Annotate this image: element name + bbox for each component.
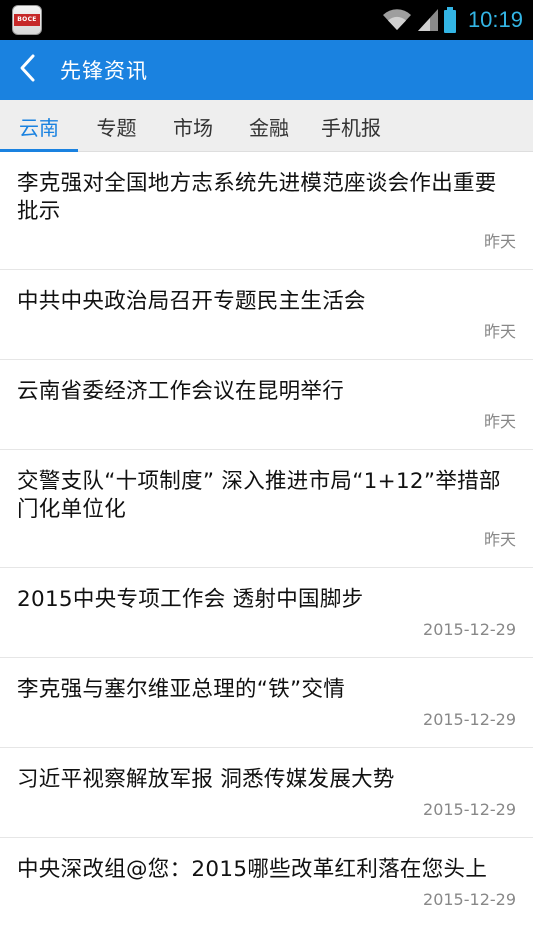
tab-topics[interactable]: 专题	[78, 100, 155, 152]
back-button[interactable]	[18, 50, 48, 90]
news-list-item[interactable]: 李克强与塞尔维亚总理的“铁”交情 2015-12-29	[0, 658, 533, 748]
screen: BOCE 10:19 先锋资讯 云南 专题 市场 金融 手机报 李克强对全国地方…	[0, 0, 533, 941]
news-date: 2015-12-29	[423, 620, 516, 639]
news-title: 云南省委经济工作会议在昆明举行	[17, 379, 345, 404]
tab-label: 手机报	[321, 115, 381, 140]
news-date: 昨天	[483, 322, 516, 341]
news-date: 昨天	[483, 530, 516, 549]
tab-label: 云南	[19, 115, 59, 140]
news-title: 李克强与塞尔维亚总理的“铁”交情	[17, 677, 346, 702]
tab-label: 金融	[249, 115, 289, 140]
news-list: 李克强对全国地方志系统先进模范座谈会作出重要批示 昨天 中共中央政治局召开专题民…	[0, 152, 533, 941]
tab-yunnan[interactable]: 云南	[0, 100, 78, 152]
news-list-item[interactable]: 交警支队“十项制度” 深入推进市局“1+12”举措部门化单位化 昨天	[0, 450, 533, 568]
status-indicators: 10:19	[382, 7, 523, 33]
app-icon-label: BOCE	[14, 14, 40, 26]
news-title: 习近平视察解放军报 洞悉传媒发展大势	[17, 767, 395, 792]
wifi-icon	[382, 9, 412, 31]
news-title: 交警支队“十项制度” 深入推进市局“1+12”举措部门化单位化	[17, 469, 501, 522]
app-header: 先锋资讯	[0, 40, 533, 100]
chevron-left-icon	[18, 53, 36, 87]
status-bar: BOCE 10:19	[0, 0, 533, 40]
news-list-item[interactable]: 中共中央政治局召开专题民主生活会 昨天	[0, 270, 533, 360]
page-title: 先锋资讯	[60, 59, 148, 83]
news-date: 2015-12-29	[423, 890, 516, 909]
tab-label: 市场	[173, 115, 213, 140]
news-list-item[interactable]: 李克强对全国地方志系统先进模范座谈会作出重要批示 昨天	[0, 152, 533, 270]
tab-label: 专题	[96, 115, 137, 140]
tab-market[interactable]: 市场	[155, 100, 231, 152]
news-date: 2015-12-29	[423, 710, 516, 729]
news-list-item[interactable]: 中央深改组@您：2015哪些改革红利落在您头上 2015-12-29	[0, 838, 533, 941]
tab-mobile-news[interactable]: 手机报	[307, 100, 395, 152]
news-title: 李克强对全国地方志系统先进模范座谈会作出重要批示	[17, 171, 497, 224]
news-list-item[interactable]: 习近平视察解放军报 洞悉传媒发展大势 2015-12-29	[0, 748, 533, 838]
tab-finance[interactable]: 金融	[231, 100, 307, 152]
news-title: 中央深改组@您：2015哪些改革红利落在您头上	[17, 857, 488, 882]
status-time: 10:19	[467, 7, 523, 32]
battery-icon	[443, 7, 456, 33]
news-date: 2015-12-29	[423, 800, 516, 819]
signal-icon	[417, 9, 438, 31]
news-date: 昨天	[483, 232, 516, 251]
app-notification-icon: BOCE	[12, 5, 42, 35]
news-title: 2015中央专项工作会 透射中国脚步	[17, 587, 364, 612]
news-date: 昨天	[483, 412, 516, 431]
tab-bar: 云南 专题 市场 金融 手机报	[0, 100, 533, 152]
news-list-item[interactable]: 2015中央专项工作会 透射中国脚步 2015-12-29	[0, 568, 533, 658]
news-title: 中共中央政治局召开专题民主生活会	[17, 289, 366, 314]
news-list-item[interactable]: 云南省委经济工作会议在昆明举行 昨天	[0, 360, 533, 450]
